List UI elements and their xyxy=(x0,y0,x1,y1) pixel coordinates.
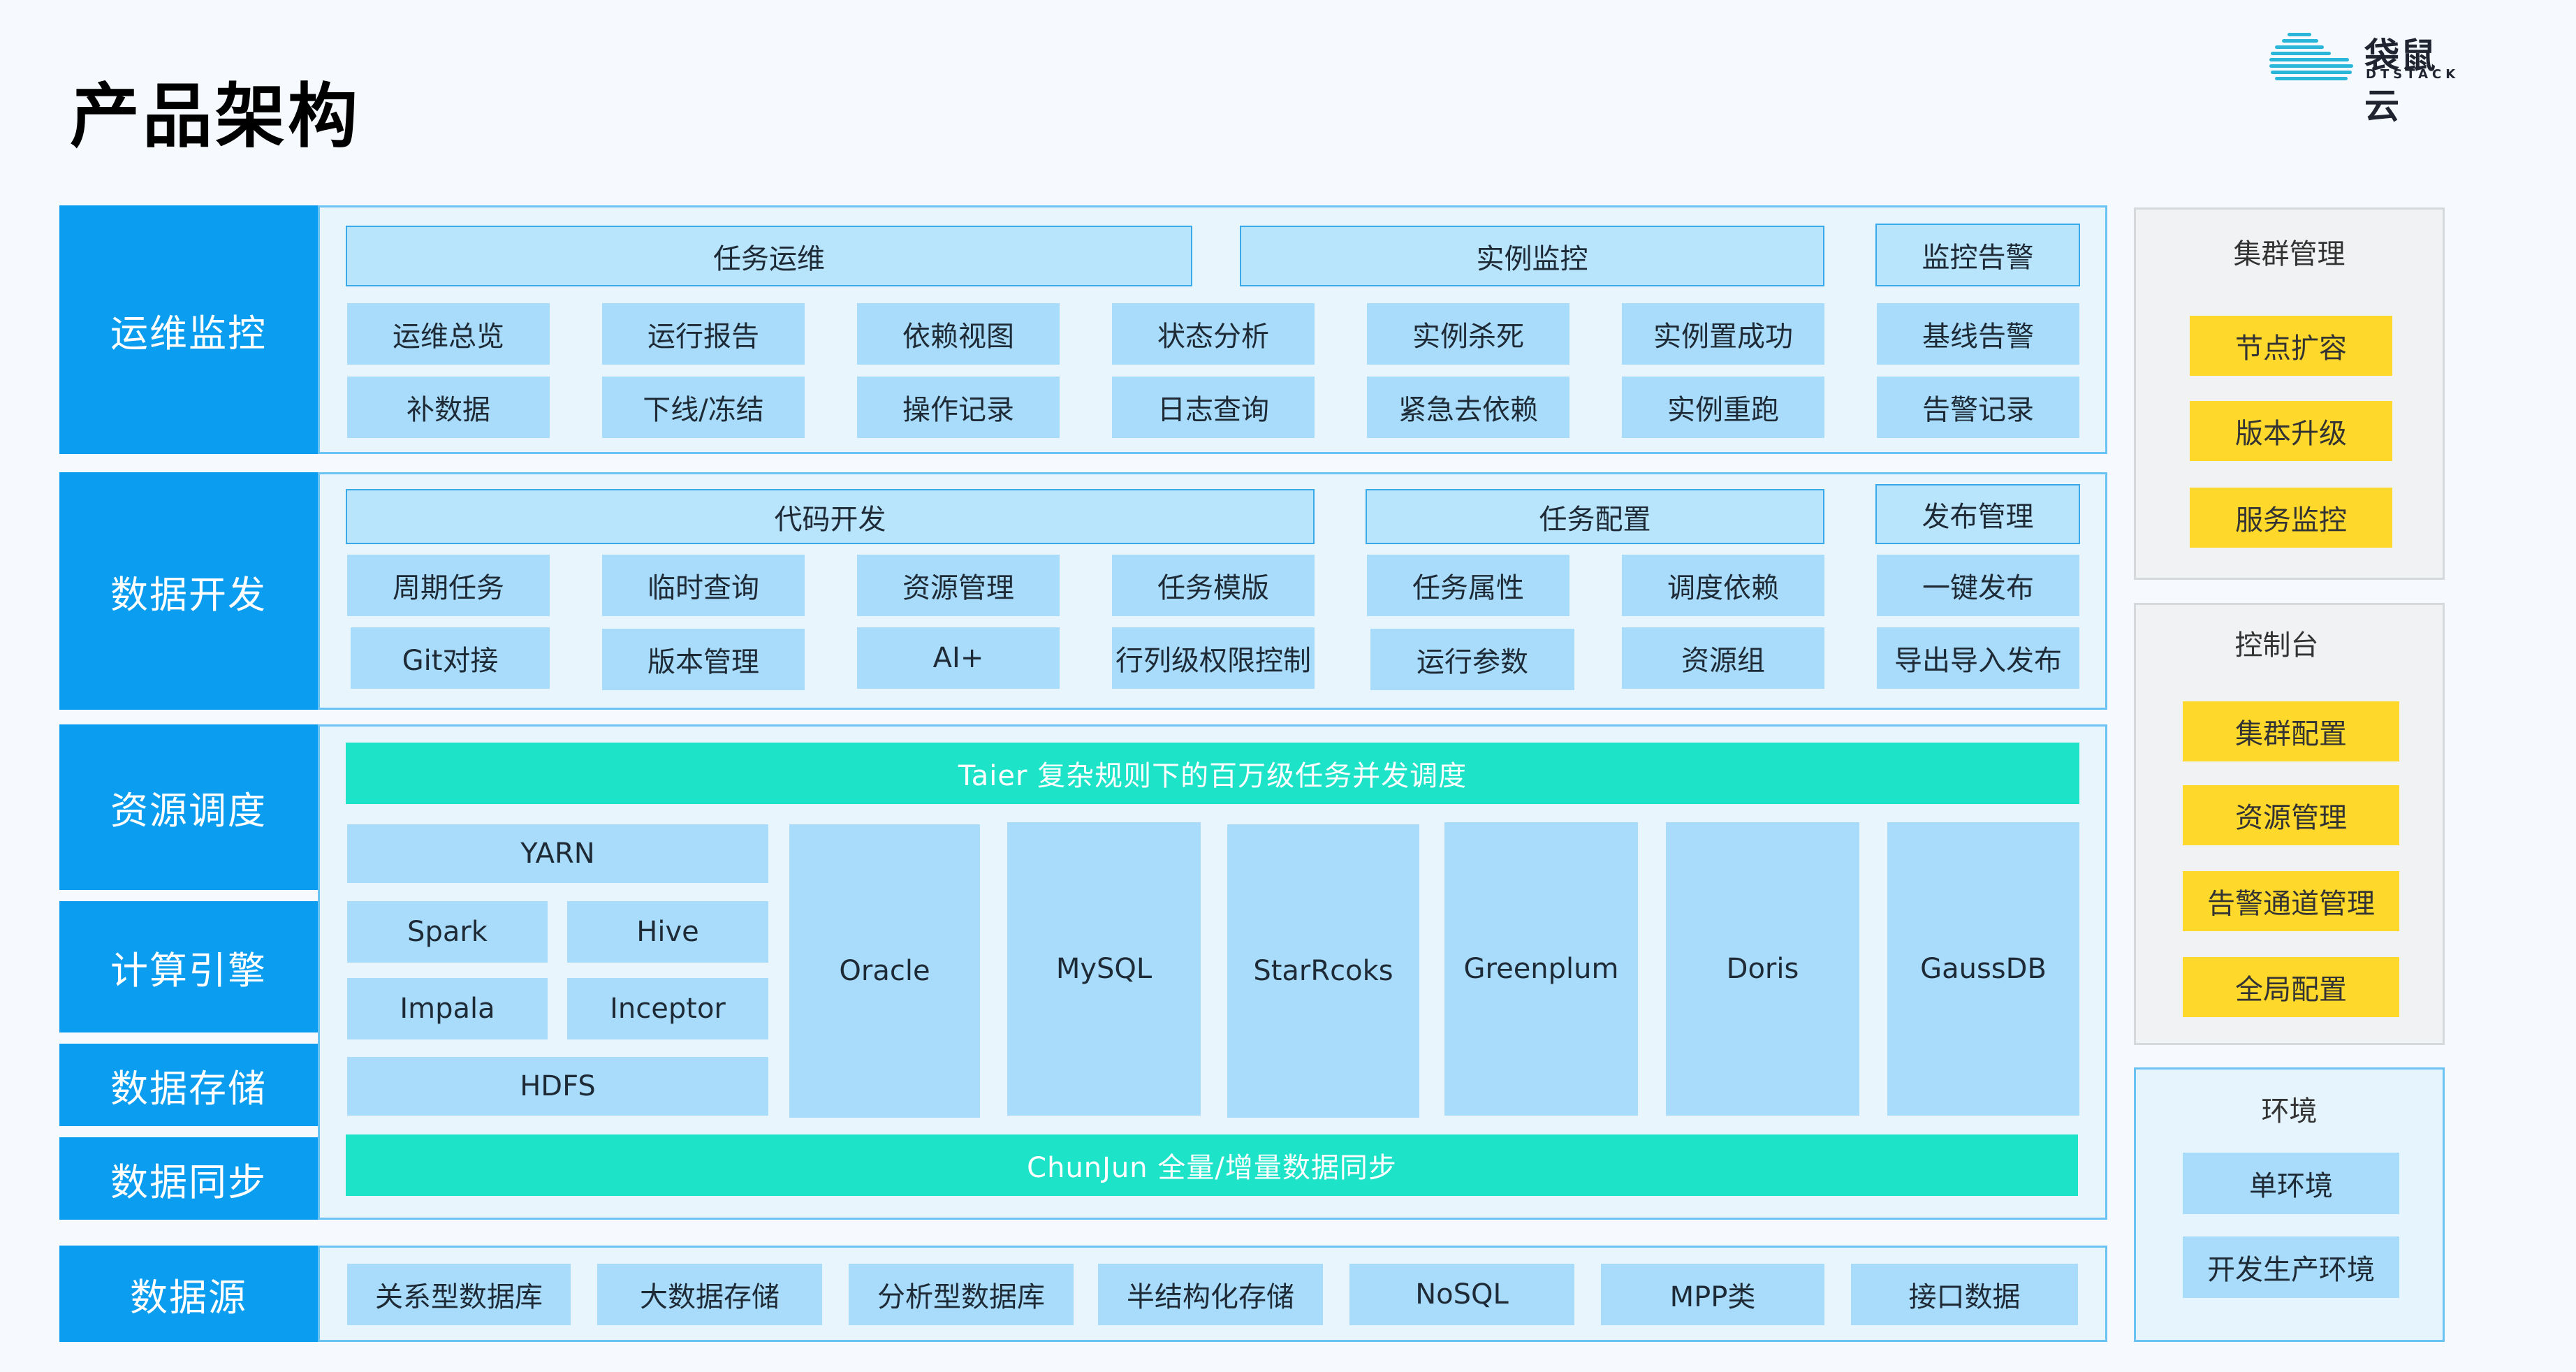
row-label-compute: 计算引擎 xyxy=(59,901,318,1032)
db-oracle: Oracle xyxy=(789,824,980,1118)
console-title: 控制台 xyxy=(2234,629,2319,662)
row-label-sync: 数据同步 xyxy=(59,1137,318,1220)
source-item: 关系型数据库 xyxy=(347,1264,571,1325)
impala-box: Impala xyxy=(347,978,548,1039)
dev-item: 一键发布 xyxy=(1877,555,2079,616)
group-header-code-dev: 代码开发 xyxy=(346,489,1315,544)
dev-item: 资源管理 xyxy=(857,555,1060,616)
brand-logo: 袋鼠云 DTSTACK xyxy=(2267,27,2469,126)
source-item: 大数据存储 xyxy=(597,1264,822,1325)
console-item: 集群配置 xyxy=(2183,701,2399,761)
row-label-storage: 数据存储 xyxy=(59,1044,318,1126)
db-doris: Doris xyxy=(1666,822,1859,1116)
environment-item: 单环境 xyxy=(2183,1153,2399,1214)
group-header-release: 发布管理 xyxy=(1875,484,2080,544)
db-greenplum: Greenplum xyxy=(1444,822,1638,1116)
ops-item: 实例置成功 xyxy=(1622,303,1824,365)
source-item: 分析型数据库 xyxy=(849,1264,1074,1325)
db-starrocks: StarRcoks xyxy=(1227,824,1419,1118)
source-item: NoSQL xyxy=(1349,1264,1574,1325)
console-item: 告警通道管理 xyxy=(2183,871,2399,931)
db-gaussdb: GaussDB xyxy=(1887,822,2079,1116)
ops-item: 日志查询 xyxy=(1112,377,1315,438)
dev-item: 调度依赖 xyxy=(1622,555,1824,616)
dev-item: 导出导入发布 xyxy=(1877,627,2079,689)
ops-item: 依赖视图 xyxy=(857,303,1060,365)
cluster-management-title: 集群管理 xyxy=(2233,238,2346,270)
ops-item: 运维总览 xyxy=(347,303,550,365)
chunjun-sync-bar: ChunJun 全量/增量数据同步 xyxy=(346,1134,2078,1196)
dev-item: AI+ xyxy=(857,627,1060,689)
ops-item: 操作记录 xyxy=(857,377,1060,438)
dev-item: 版本管理 xyxy=(602,629,805,690)
dev-item: 周期任务 xyxy=(347,555,550,616)
dev-item: 任务属性 xyxy=(1367,555,1569,616)
ops-item: 告警记录 xyxy=(1877,377,2079,438)
cluster-item: 版本升级 xyxy=(2190,401,2392,461)
console-item: 全局配置 xyxy=(2183,957,2399,1017)
spark-box: Spark xyxy=(347,901,548,963)
source-item: MPP类 xyxy=(1601,1264,1824,1325)
ops-item: 紧急去依赖 xyxy=(1367,377,1569,438)
ops-item: 补数据 xyxy=(347,377,550,438)
source-item: 半结构化存储 xyxy=(1098,1264,1323,1325)
dev-item: Git对接 xyxy=(351,627,550,689)
dev-item: 临时查询 xyxy=(602,555,805,616)
environment-item: 开发生产环境 xyxy=(2183,1236,2399,1298)
environment-title: 环境 xyxy=(2261,1095,2318,1127)
group-header-alerting: 监控告警 xyxy=(1875,224,2080,286)
row-label-source: 数据源 xyxy=(59,1246,318,1342)
db-mysql: MySQL xyxy=(1007,822,1201,1116)
ops-item: 运行报告 xyxy=(602,303,805,365)
page-title: 产品架构 xyxy=(70,75,360,157)
yarn-box: YARN xyxy=(347,824,768,883)
ops-item: 下线/冻结 xyxy=(602,377,805,438)
ops-item: 状态分析 xyxy=(1112,303,1315,365)
row-label-ops: 运维监控 xyxy=(59,205,318,454)
source-item: 接口数据 xyxy=(1851,1264,2078,1325)
console-item: 资源管理 xyxy=(2183,785,2399,845)
cluster-item: 节点扩容 xyxy=(2190,316,2392,376)
taier-scheduler-bar: Taier 复杂规则下的百万级任务并发调度 xyxy=(346,743,2079,804)
dev-item: 行列级权限控制 xyxy=(1112,627,1315,689)
dev-item: 任务模版 xyxy=(1112,555,1315,616)
inceptor-box: Inceptor xyxy=(567,978,768,1039)
hive-box: Hive xyxy=(567,901,768,963)
group-header-instance-monitor: 实例监控 xyxy=(1240,226,1824,286)
logo-subtitle: DTSTACK xyxy=(2366,67,2460,82)
dev-item: 资源组 xyxy=(1622,627,1824,689)
dev-item: 运行参数 xyxy=(1370,629,1574,690)
group-header-task-config: 任务配置 xyxy=(1366,489,1824,544)
cluster-item: 服务监控 xyxy=(2190,488,2392,548)
hdfs-box: HDFS xyxy=(347,1057,768,1116)
row-label-scheduling: 资源调度 xyxy=(59,724,318,890)
ops-item: 实例重跑 xyxy=(1622,377,1824,438)
ops-item: 基线告警 xyxy=(1877,303,2079,365)
ops-item: 实例杀死 xyxy=(1367,303,1569,365)
row-label-dev: 数据开发 xyxy=(59,472,318,710)
group-header-task-ops: 任务运维 xyxy=(346,226,1192,286)
cloud-logo-icon xyxy=(2269,33,2353,80)
